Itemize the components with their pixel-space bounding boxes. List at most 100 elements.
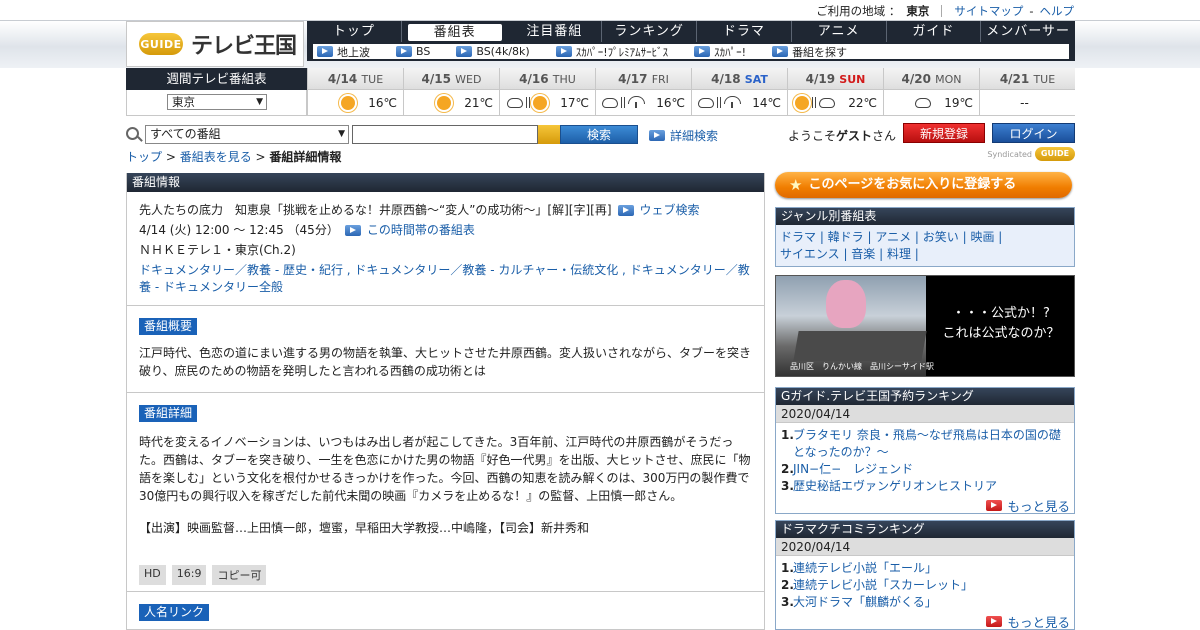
nav-tab[interactable]: トップ	[307, 21, 402, 42]
search-button[interactable]: 検索	[560, 125, 638, 144]
global-nav: トップ番組表注目番組ランキングドラマアニメガイドメンバーサービス 地上波 BS BS…	[307, 21, 1075, 61]
ranking-item[interactable]: 2. 連続テレビ小説「スカーレット」	[781, 577, 1068, 594]
more-link[interactable]: もっと見る	[776, 612, 1074, 630]
welcome-name: ゲスト	[836, 129, 873, 143]
day-date-text: 4/18	[711, 72, 741, 86]
format-badge: HD	[139, 565, 166, 585]
nav-sub-link[interactable]: BS(4k/8k)	[456, 45, 530, 58]
add-favorite-label: このページをお気に入りに登録する	[808, 177, 1017, 192]
area-select-cell: 東京	[126, 90, 307, 116]
banner-line: これは公式なのか？	[942, 326, 1060, 341]
nav-tab[interactable]: 番組表	[407, 24, 502, 41]
add-favorite-button[interactable]: ★ このページをお気に入りに登録する	[775, 172, 1072, 198]
day-weather: 22℃	[788, 90, 883, 116]
changing-to-icon	[812, 97, 817, 108]
day-weekday: SUN	[839, 73, 866, 86]
day-date: 4/14 TUE	[308, 68, 403, 90]
nav-tab[interactable]: アニメ	[792, 21, 887, 42]
g-guide-icon	[538, 125, 560, 144]
nav-tab[interactable]: メンバーサービス	[981, 21, 1075, 60]
category-select[interactable]: すべての番組	[145, 125, 349, 144]
genre-line[interactable]: サイエンス | 音楽 | 料理 |	[780, 246, 1070, 263]
search-icon	[126, 127, 139, 140]
arrow-icon	[396, 46, 412, 57]
nav-tab[interactable]: 注目番組	[508, 21, 603, 42]
summary-tag: 番組概要	[139, 318, 198, 335]
register-button[interactable]: 新規登録	[903, 123, 985, 143]
web-search-link[interactable]: ウェブ検索	[640, 200, 700, 220]
day-column[interactable]: 4/21 TUE --	[979, 68, 1075, 116]
ranking-item[interactable]: 1. 連続テレビ小説「エール」	[781, 560, 1068, 577]
day-temperature: 17℃	[560, 95, 589, 110]
arrow-icon	[649, 130, 665, 141]
ranking-title: 大河ドラマ「麒麟がくる」	[793, 595, 937, 609]
ranking-item[interactable]: 1. ブラタモリ 奈良・飛鳥〜なぜ飛鳥は日本の国の礎となったのか？〜	[781, 427, 1068, 461]
day-column[interactable]: 4/19 SUN 22℃	[787, 68, 883, 116]
format-badge: コピー可	[212, 565, 267, 585]
day-date-text: 4/20	[901, 72, 931, 86]
sun-icon	[341, 95, 356, 110]
day-weather: 21℃	[404, 90, 499, 116]
top-utility-bar: ご利用の地域 ： 東京 サイトマップ - ヘルプ	[0, 0, 1200, 20]
site-logo[interactable]: GUIDE テレビ王国	[126, 21, 304, 67]
search-input[interactable]	[352, 125, 538, 144]
day-column[interactable]: 4/17 FRI 16℃	[595, 68, 691, 116]
day-column[interactable]: 4/18 SAT 14℃	[691, 68, 787, 116]
nav-sub-link[interactable]: BS	[396, 45, 430, 58]
day-weekday: SAT	[744, 73, 768, 86]
day-column[interactable]: 4/14 TUE 16℃	[307, 68, 403, 116]
drama-ranking-box: ドラマクチコミランキング 2020/04/14 1. 連続テレビ小説「エール」 2.…	[775, 520, 1075, 630]
nav-sub-link[interactable]: 地上波	[317, 44, 370, 60]
genre-box-links[interactable]: ドラマ | 韓ドラ | アニメ | お笑い | 映画 | サイエンス | 音楽 …	[776, 225, 1074, 267]
cast-text: 【出演】映画監督…上田慎一郎，壇蜜，早稲田大学教授…中嶋隆，【司会】新井秀和	[139, 521, 590, 535]
more-link[interactable]: もっと見る	[776, 496, 1074, 515]
day-column[interactable]: 4/15 WED 21℃	[403, 68, 499, 116]
nav-tabs: トップ番組表注目番組ランキングドラマアニメガイドメンバーサービス	[307, 21, 1075, 60]
arrow-icon	[986, 500, 1003, 511]
weekly-schedule-link[interactable]: 週間テレビ番組表	[126, 68, 307, 90]
arrow-icon	[986, 616, 1003, 627]
nav-tab[interactable]: ドラマ	[697, 21, 792, 42]
advanced-search-link[interactable]: 詳細検索	[649, 127, 718, 144]
day-weekday: THU	[552, 73, 576, 86]
nav-sub-link[interactable]: 番組を探す	[772, 44, 847, 60]
sun-icon	[795, 95, 810, 110]
nav-tab[interactable]: ランキング	[602, 21, 697, 42]
divider	[941, 5, 943, 17]
day-column[interactable]: 4/20 MON 19℃	[883, 68, 979, 116]
timeslot-link[interactable]: この時間帯の番組表	[367, 220, 475, 240]
ranking-item[interactable]: 3. 歴史秘話エヴァンゲリオンヒストリア	[781, 478, 1068, 495]
login-button[interactable]: ログイン	[992, 123, 1075, 143]
cloud-icon	[698, 97, 715, 108]
ranking-item[interactable]: 2. JIN−仁− レジェンド	[781, 461, 1068, 478]
breadcrumb-listing[interactable]: 番組表を見る	[180, 150, 252, 164]
nav-sub-link[interactable]: ｽｶﾊﾟｰ!	[694, 44, 746, 60]
genre-box-header: ジャンル別番組表	[776, 208, 1074, 225]
region-value: 東京	[906, 4, 930, 18]
sitemap-link[interactable]: サイトマップ	[954, 3, 1023, 19]
syndicated-badge: Syndicated GUIDE	[979, 146, 1075, 162]
arrow-icon	[344, 224, 361, 236]
weekly-schedule-strip: 週間テレビ番組表 東京 4/14 TUE 16℃ 4/15 WED 21℃ 4/16 T…	[126, 68, 1075, 116]
program-info-header: 番組情報	[127, 173, 764, 192]
nav-tab[interactable]: ガイド	[887, 21, 982, 42]
more-label: もっと見る	[1007, 615, 1070, 630]
ad-banner[interactable]: 品川区 りんかい線 品川シーサイド駅 ・・・公式か！? これは公式なのか？	[775, 275, 1075, 377]
help-link[interactable]: ヘルプ	[1040, 3, 1075, 19]
breadcrumb-top[interactable]: トップ	[126, 150, 162, 164]
day-temperature: 19℃	[944, 95, 973, 110]
summary-section: 番組概要 江戸時代、色恋の道にまい進する男の物語を執筆、大ヒットさせた井原西鶴。…	[127, 306, 764, 393]
genre-box: ジャンル別番組表 ドラマ | 韓ドラ | アニメ | お笑い | 映画 | サイ…	[775, 207, 1075, 267]
genre-links[interactable]: ドキュメンタリー／教養 - 歴史・紀行 , ドキュメンタリー／教養 - カルチャ…	[139, 262, 752, 296]
day-column[interactable]: 4/16 THU 17℃	[499, 68, 595, 116]
day-date: 4/15 WED	[404, 68, 499, 90]
ranking-item[interactable]: 3. 大河ドラマ「麒麟がくる」	[781, 594, 1068, 611]
day-date-text: 4/14	[327, 72, 358, 86]
day-date-text: 4/15	[421, 72, 451, 86]
area-select[interactable]: 東京	[167, 94, 267, 110]
ranking-title: 連続テレビ小説「スカーレット」	[793, 578, 974, 592]
nav-sub-link[interactable]: ｽｶﾊﾟｰ!ﾌﾟﾚﾐｱﾑｻｰﾋﾞｽ	[555, 44, 668, 60]
day-weather: 14℃	[692, 90, 787, 116]
program-time-row: 4/14 (火) 12:00 ～ 12:45 （45分） この時間帯の番組表	[139, 220, 752, 240]
genre-line[interactable]: ドラマ | 韓ドラ | アニメ | お笑い | 映画 |	[780, 229, 1070, 246]
